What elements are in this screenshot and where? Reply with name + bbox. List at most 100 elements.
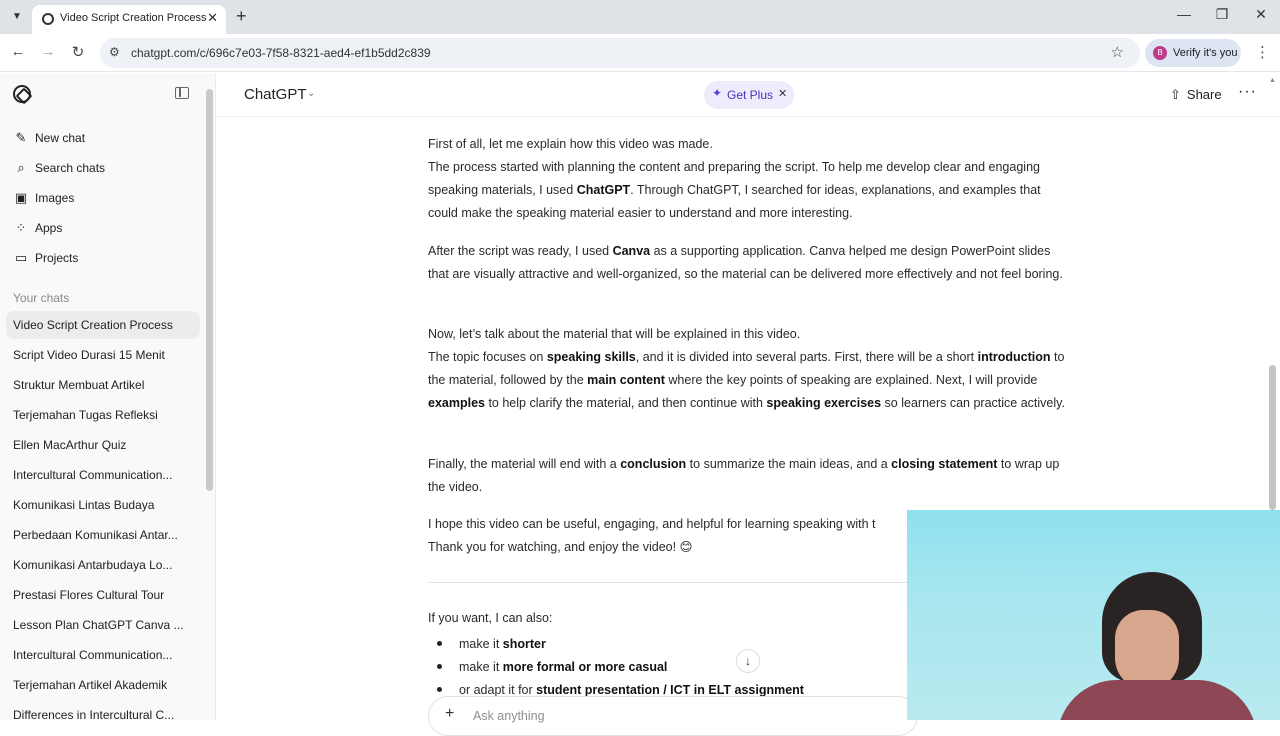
sidebar-item-projects[interactable]: ▭ Projects xyxy=(6,244,200,272)
scroll-to-bottom-button[interactable]: ↓ xyxy=(736,649,760,673)
browser-tab[interactable]: Video Script Creation Process ✕ xyxy=(32,5,226,34)
new-chat-icon: ✎ xyxy=(15,130,27,145)
text-line: Now, let’s talk about the material that … xyxy=(428,327,801,341)
sidebar-item-label: New chat xyxy=(35,131,86,145)
chat-item-label: Intercultural Communication... xyxy=(13,468,173,482)
bold-text: speaking skills xyxy=(546,350,636,364)
chat-item-label: Script Video Durasi 15 Menit xyxy=(13,348,165,362)
chevron-down-icon[interactable]: ⌄ xyxy=(307,88,315,99)
message-paragraph: After the script was ready, I used Canva… xyxy=(428,240,1068,286)
more-options-icon[interactable]: ··· xyxy=(1238,83,1257,101)
sidebar-item-search-chats[interactable]: ⌕ Search chats xyxy=(6,154,200,182)
message-composer[interactable]: + xyxy=(428,696,918,736)
minimize-icon[interactable]: — xyxy=(1174,6,1194,22)
chat-item[interactable]: Komunikasi Lintas Budaya xyxy=(6,491,200,519)
divider xyxy=(428,582,908,583)
share-button[interactable]: ⇧ Share xyxy=(1170,86,1222,104)
get-plus-label: Get Plus xyxy=(727,88,774,102)
browser-menu-icon[interactable]: ⋮ xyxy=(1255,43,1270,61)
sidebar-scrollbar[interactable] xyxy=(206,89,213,491)
text-run: make it xyxy=(459,660,503,674)
bold-text: examples xyxy=(428,396,485,410)
chat-item[interactable]: Video Script Creation Process xyxy=(6,311,200,339)
tab-search-chevron-icon[interactable]: ▼ xyxy=(8,8,26,26)
person-body xyxy=(1057,680,1257,720)
webcam-overlay xyxy=(907,510,1280,720)
get-plus-button[interactable]: ✦ Get Plus ✕ xyxy=(704,81,794,109)
window-close-icon[interactable]: ✕ xyxy=(1251,6,1271,23)
forward-arrow-icon[interactable]: → xyxy=(38,43,58,60)
chat-item-label: Terjemahan Tugas Refleksi xyxy=(13,408,158,422)
attach-plus-icon[interactable]: + xyxy=(445,705,454,723)
sidebar-item-new-chat[interactable]: ✎ New chat xyxy=(6,124,200,152)
chat-item[interactable]: Perbedaan Komunikasi Antar... xyxy=(6,521,200,549)
chat-item-label: Ellen MacArthur Quiz xyxy=(13,438,127,452)
bookmark-star-icon[interactable]: ☆ xyxy=(1111,43,1124,61)
share-label: Share xyxy=(1186,87,1222,102)
sidebar-item-label: Projects xyxy=(35,251,79,265)
bullet-dot xyxy=(437,687,442,693)
chat-item-label: Komunikasi Lintas Budaya xyxy=(13,498,155,512)
sidebar-item-images[interactable]: ▣ Images xyxy=(6,184,200,212)
profile-verify-button[interactable]: B Verify it's you xyxy=(1145,39,1241,67)
search-icon: ⌕ xyxy=(17,160,25,175)
chat-item[interactable]: Lesson Plan ChatGPT Canva ... xyxy=(6,611,200,639)
chat-item[interactable]: Script Video Durasi 15 Menit xyxy=(6,341,200,369)
followup-intro: If you want, I can also: xyxy=(428,611,553,625)
chat-header: ChatGPT ⌄ ✦ Get Plus ✕ ⇧ Share ··· xyxy=(217,73,1280,117)
maximize-icon[interactable]: ❐ xyxy=(1212,6,1232,23)
chatgpt-favicon-icon xyxy=(42,13,54,25)
back-arrow-icon[interactable]: ← xyxy=(8,43,28,60)
dismiss-icon[interactable]: ✕ xyxy=(778,87,787,100)
tab-close-icon[interactable]: ✕ xyxy=(207,10,218,26)
bold-text: main content xyxy=(587,373,665,387)
chat-item[interactable]: Intercultural Communication... xyxy=(6,461,200,489)
url-text[interactable]: chatgpt.com/c/696c7e03-7f58-8321-aed4-ef… xyxy=(131,46,431,60)
images-icon: ▣ xyxy=(14,190,28,205)
text-run: to summarize the main ideas, and a xyxy=(686,457,892,471)
chatgpt-logo-icon[interactable] xyxy=(13,85,31,103)
chat-item[interactable]: Differences in Intercultural C... xyxy=(6,701,200,729)
sidebar: ✎ New chat ⌕ Search chats ▣ Images ⁘ App… xyxy=(0,73,216,722)
chat-item[interactable]: Struktur Membuat Artikel xyxy=(6,371,200,399)
sidebar-item-apps[interactable]: ⁘ Apps xyxy=(6,214,200,242)
tab-title: Video Script Creation Process xyxy=(60,12,207,24)
chat-item[interactable]: Intercultural Communication... xyxy=(6,641,200,669)
chat-item-label: Terjemahan Artikel Akademik xyxy=(13,678,168,692)
sidebar-item-label: Apps xyxy=(35,221,63,235)
list-item: make it more formal or more casual xyxy=(428,660,667,674)
chat-item[interactable]: Prestasi Flores Cultural Tour xyxy=(6,581,200,609)
your-chats-heading: Your chats xyxy=(13,291,70,305)
chat-item-label: Perbedaan Komunikasi Antar... xyxy=(13,528,178,542)
chat-item[interactable]: Ellen MacArthur Quiz xyxy=(6,431,200,459)
chat-item-label: Intercultural Communication... xyxy=(13,648,173,662)
bold-text: shorter xyxy=(502,637,546,651)
site-info-icon[interactable]: ⚙ xyxy=(109,45,120,59)
page-scrollbar[interactable] xyxy=(1269,365,1276,510)
reload-icon[interactable]: ↻ xyxy=(68,43,88,61)
text-line: First of all, let me explain how this vi… xyxy=(428,137,713,151)
message-paragraph: Now, let’s talk about the material that … xyxy=(428,323,1068,415)
chat-item[interactable]: Komunikasi Antarbudaya Lo... xyxy=(6,551,200,579)
bold-text: closing statement xyxy=(891,457,998,471)
text-run: so learners can practice actively. xyxy=(881,396,1065,410)
text-run: , and it is divided into several parts. … xyxy=(635,350,978,364)
text-run: make it xyxy=(459,637,503,651)
text-run: After the script was ready, I used xyxy=(428,244,613,258)
apps-icon: ⁘ xyxy=(15,220,27,235)
verify-label: Verify it's you xyxy=(1173,47,1238,59)
scroll-up-arrow-icon[interactable]: ▲ xyxy=(1269,77,1276,84)
text-run: The topic focuses on xyxy=(428,350,547,364)
bold-text: student presentation / ICT in ELT assign… xyxy=(536,683,804,697)
new-tab-plus-icon[interactable]: + xyxy=(236,6,247,27)
address-bar[interactable]: ⚙ chatgpt.com/c/696c7e03-7f58-8321-aed4-… xyxy=(100,38,1140,68)
share-icon: ⇧ xyxy=(1170,87,1181,102)
message-paragraph: First of all, let me explain how this vi… xyxy=(428,133,1068,225)
chat-item[interactable]: Terjemahan Artikel Akademik xyxy=(6,671,200,699)
sidebar-toggle-icon[interactable] xyxy=(175,87,189,99)
prompt-input[interactable] xyxy=(473,709,873,723)
text-run: to help clarify the material, and then c… xyxy=(484,396,767,410)
model-selector[interactable]: ChatGPT xyxy=(244,86,307,103)
chat-item-label: Video Script Creation Process xyxy=(13,318,173,332)
chat-item[interactable]: Terjemahan Tugas Refleksi xyxy=(6,401,200,429)
